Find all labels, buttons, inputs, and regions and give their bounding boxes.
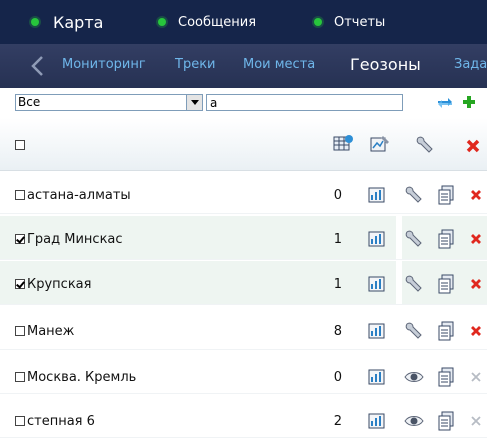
add-icon[interactable] [462,95,476,109]
tab-reports[interactable]: Отчеты [314,15,385,30]
wrench-icon[interactable] [404,185,424,205]
table-header [0,118,487,171]
geozone-count: 1 [333,232,342,247]
report-chart-icon[interactable] [367,274,387,294]
geozone-name[interactable]: астана-алматы [27,188,131,203]
geozone-name[interactable]: Крупская [27,277,91,292]
geozone-name[interactable]: Град Минскас [27,232,123,247]
wrench-icon[interactable] [404,321,424,341]
copy-document-icon[interactable] [437,274,455,294]
dot-icon [314,18,322,26]
geozone-count: 8 [333,324,342,339]
report-chart-icon[interactable] [367,185,387,205]
chevron-left-icon[interactable] [30,55,46,77]
geozone-name[interactable]: степная 6 [27,414,95,429]
report-chart-icon[interactable] [367,367,387,387]
report-chart-icon[interactable] [367,411,387,431]
eye-icon[interactable] [404,367,424,387]
tab-messages-label: Сообщения [178,14,257,30]
table-row[interactable]: астана-алматы 0 [0,170,487,214]
delete-icon[interactable] [470,189,482,201]
table-row[interactable]: Град Минскас 1 [0,216,487,260]
table-row[interactable]: Манеж 8 [0,306,487,350]
chart-wrench-icon[interactable] [369,134,391,154]
subnav-item-geozones[interactable]: Геозоны [350,55,421,74]
search-input[interactable] [206,94,403,111]
wrench-icon[interactable] [415,135,435,155]
copy-document-icon[interactable] [437,411,455,431]
subnav-item-tracks[interactable]: Треки [175,57,216,72]
table-row[interactable]: степная 6 2 [0,394,487,438]
filter-select[interactable]: Все [15,94,203,111]
row-checkbox[interactable] [15,234,25,244]
delete-icon[interactable] [470,325,482,337]
row-checkbox[interactable] [15,416,25,426]
delete-icon[interactable] [470,371,482,383]
row-gap [396,216,402,259]
delete-icon[interactable] [470,233,482,245]
table-settings-icon[interactable] [333,134,355,154]
row-checkbox[interactable] [15,279,25,289]
subnav-item-places[interactable]: Мои места [243,57,315,72]
tab-messages[interactable]: Сообщения [158,15,256,30]
copy-document-icon[interactable] [437,185,455,205]
wrench-icon[interactable] [404,274,424,294]
copy-document-icon[interactable] [437,229,455,249]
top-bar: Карта Сообщения Отчеты [0,0,487,44]
geozone-name[interactable]: Москва. Кремль [27,370,136,385]
table-row[interactable]: Крупская 1 [0,261,487,305]
subnav-item-tasks[interactable]: Зада [454,57,487,72]
filter-select-value: Все [18,95,41,109]
geozone-count: 1 [333,277,342,292]
report-chart-icon[interactable] [367,321,387,341]
eye-icon[interactable] [404,411,424,431]
row-checkbox[interactable] [15,372,25,382]
table-row[interactable]: Москва. Кремль 0 [0,350,487,394]
geozone-name[interactable]: Манеж [27,324,74,339]
row-gap [396,261,402,304]
select-all-checkbox[interactable] [15,140,25,150]
row-checkbox[interactable] [15,190,25,200]
swap-arrows-icon[interactable] [436,95,454,111]
geozone-count: 0 [333,188,342,203]
wrench-icon[interactable] [404,229,424,249]
dropdown-arrow-icon[interactable] [186,95,202,110]
delete-icon[interactable] [470,415,482,427]
dot-icon [158,18,166,26]
row-checkbox[interactable] [15,326,25,336]
tab-map-label: Карта [53,12,104,32]
report-chart-icon[interactable] [367,229,387,249]
tab-reports-label: Отчеты [334,14,386,30]
delete-icon[interactable] [470,278,482,290]
tab-map[interactable]: Карта [31,13,103,32]
copy-document-icon[interactable] [437,321,455,341]
geozone-count: 0 [333,370,342,385]
sub-navigation: Мониторинг Треки Мои места Геозоны Зада [0,44,487,88]
filter-bar: Все [0,88,487,118]
subnav-item-monitoring[interactable]: Мониторинг [62,57,146,72]
copy-document-icon[interactable] [437,367,455,387]
active-dot-icon [31,18,39,26]
geozone-count: 2 [333,414,342,429]
delete-all-icon[interactable] [466,139,480,153]
